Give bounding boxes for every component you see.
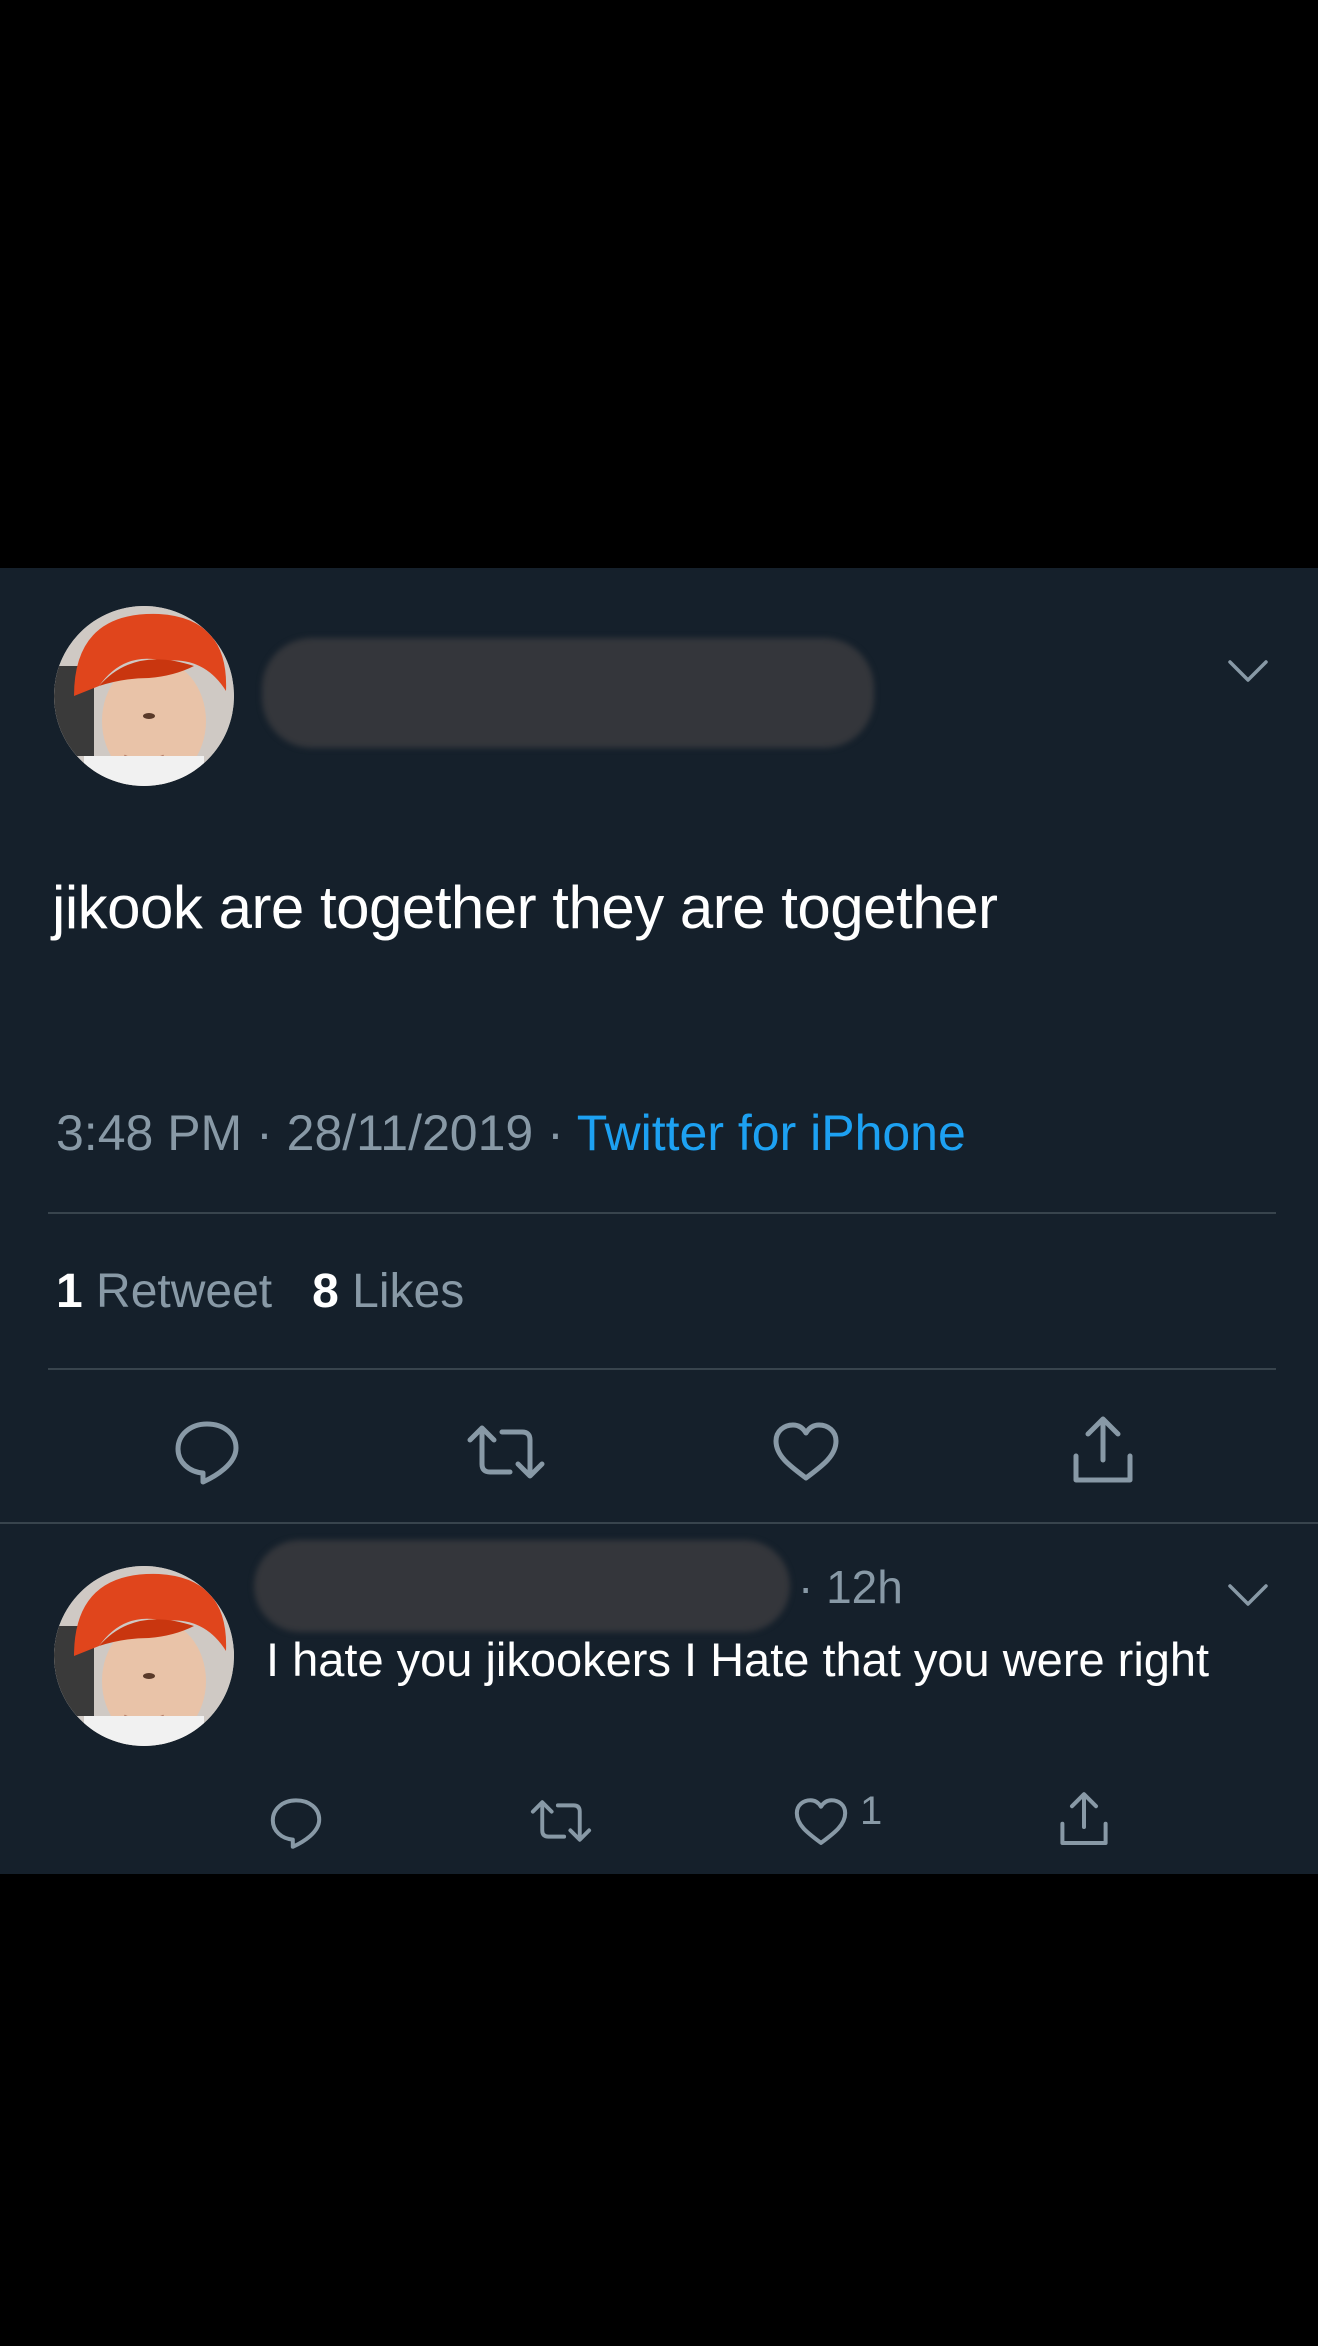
retweet-count: 1 <box>56 1265 83 1318</box>
like-count: 8 <box>312 1265 339 1318</box>
tweet-panel: jikook are together they are together 3:… <box>0 568 1318 1874</box>
author-avatar[interactable] <box>54 606 234 786</box>
tweet-date: 28/11/2019 <box>286 1105 534 1161</box>
like-icon[interactable] <box>792 1796 850 1848</box>
retweet-icon[interactable] <box>528 1796 594 1846</box>
tweet-meta: 3:48 PM · 28/11/2019 · Twitter for iPhon… <box>56 1104 966 1162</box>
reply-like-count: 1 <box>860 1789 883 1833</box>
reply-time: · 12h <box>798 1561 903 1613</box>
reply-author-avatar[interactable] <box>54 1566 234 1746</box>
screenshot-frame: jikook are together they are together 3:… <box>0 0 1318 2346</box>
redacted-author-name <box>262 638 874 748</box>
reply-icon[interactable] <box>268 1794 324 1850</box>
meta-separator: · <box>533 1105 577 1161</box>
chevron-down-icon[interactable] <box>1226 1580 1270 1610</box>
reply-text: I hate you jikookers I Hate that you wer… <box>266 1633 1210 1686</box>
chevron-down-icon[interactable] <box>1226 656 1270 686</box>
retweet-label: Retweet <box>82 1265 273 1318</box>
tweet-source-link[interactable]: Twitter for iPhone <box>577 1105 966 1161</box>
like-label: Likes <box>338 1265 465 1318</box>
retweets-link[interactable]: 1 Retweet <box>56 1265 272 1318</box>
reply-icon[interactable] <box>172 1416 242 1486</box>
divider <box>48 1368 1276 1370</box>
tweet-time: 3:48 PM <box>56 1105 243 1161</box>
share-icon[interactable] <box>1068 1412 1138 1488</box>
share-icon[interactable] <box>1056 1788 1112 1850</box>
meta-separator: · <box>242 1105 287 1161</box>
avatar-image <box>54 606 234 786</box>
likes-link[interactable]: 8 Likes <box>312 1265 464 1318</box>
divider <box>0 1522 1318 1524</box>
tweet-stats: 1 Retweet 8 Likes <box>56 1264 464 1319</box>
avatar-image <box>54 1566 234 1746</box>
redacted-reply-author <box>254 1540 790 1632</box>
divider <box>48 1212 1276 1214</box>
like-icon[interactable] <box>770 1420 842 1484</box>
retweet-icon[interactable] <box>464 1420 548 1484</box>
tweet-text: jikook are together they are together <box>52 874 998 941</box>
